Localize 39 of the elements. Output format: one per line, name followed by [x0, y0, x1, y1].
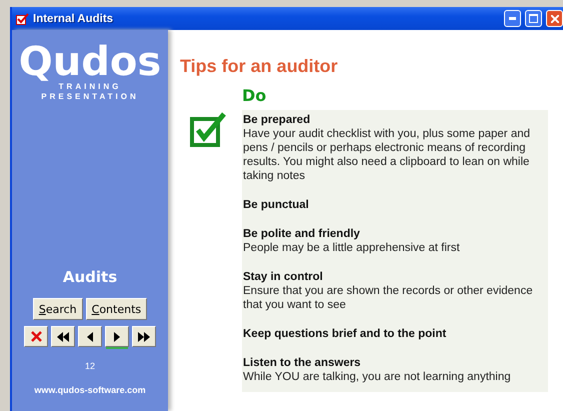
page-title: Tips for an auditor [180, 56, 338, 77]
nav-button[interactable]: Search [32, 298, 83, 320]
tip-heading: Be prepared [243, 113, 312, 127]
logo-text: Qudos [18, 42, 162, 82]
prev-button[interactable] [78, 326, 102, 347]
close-button[interactable] [24, 326, 48, 347]
right-arrow-icon [114, 332, 120, 342]
maximize-icon [529, 14, 538, 23]
section-title: Audits [62, 268, 118, 286]
nav-button[interactable]: Contents [86, 298, 148, 320]
tip-text: While YOU are talking, you are not learning anything [243, 370, 512, 384]
double-right-arrow-icon [138, 332, 150, 342]
minimize-button[interactable] [504, 10, 521, 27]
logo-subtitle: PRESENTATION [41, 92, 139, 102]
close-button[interactable] [546, 10, 563, 27]
minimize-icon [509, 17, 516, 20]
first-button[interactable] [51, 326, 75, 347]
tip-text: Have your audit checklist with you, plus some paper and pens / pencils or perhaps electronic means of recording results. You might also need a clipboard to lean on while taking notes [243, 127, 532, 183]
tip-text: Ensure that you are shown the records or other evidence that you want to see [243, 284, 534, 312]
maximize-button[interactable] [525, 10, 542, 27]
last-button[interactable] [132, 326, 156, 347]
close-icon [30, 331, 42, 342]
window-title: Internal Audits [33, 12, 114, 24]
double-left-arrow-icon [57, 332, 69, 342]
checkbox-tick-icon [16, 12, 29, 24]
next-button[interactable] [105, 326, 129, 347]
section-heading: Do [242, 86, 268, 105]
website-text: www.qudos-software.com [34, 385, 146, 395]
tip-heading: Listen to the answers [243, 356, 362, 370]
close-icon [550, 14, 558, 22]
left-arrow-icon [87, 332, 93, 342]
page-number: 12 [84, 361, 95, 371]
tip-text: People may be a little apprehensive at first [243, 241, 461, 255]
logo-subtitle: TRAINING [58, 82, 122, 92]
tip-heading: Be punctual [243, 198, 310, 212]
tip-heading: Stay in control [243, 270, 324, 284]
tip-heading: Keep questions brief and to the point [243, 327, 448, 341]
checkbox-tick-icon [190, 112, 228, 147]
tip-heading: Be polite and friendly [243, 227, 361, 241]
